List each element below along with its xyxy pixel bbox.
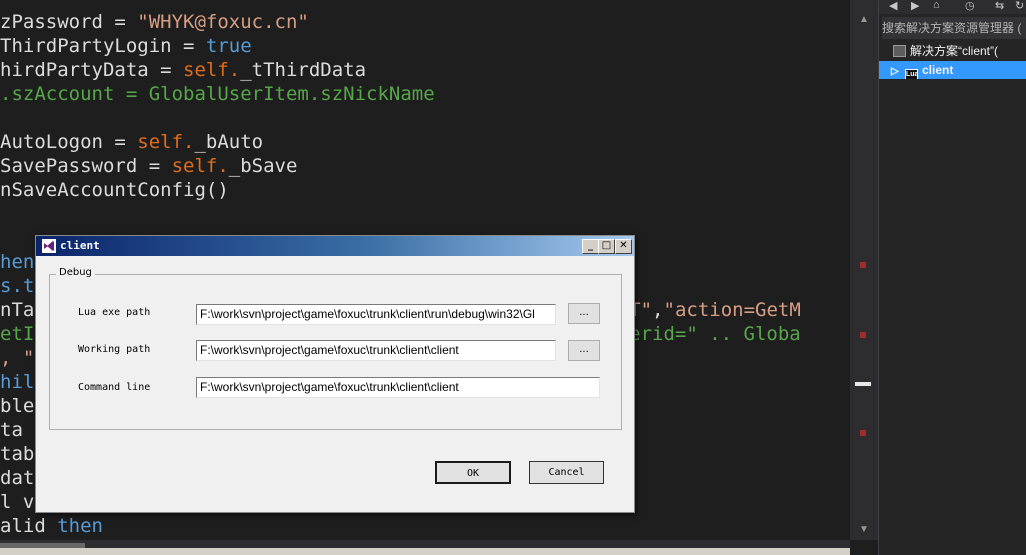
code-token: self.: [183, 59, 241, 81]
browse-working-path-button[interactable]: ...: [568, 340, 600, 361]
solution-explorer-toolbar: ◀ ▶ ⌂ ◷ ⇆ ↻: [879, 0, 1026, 14]
close-button[interactable]: ✕: [615, 239, 632, 254]
browse-lua-exe-button[interactable]: ...: [568, 303, 600, 324]
ok-button[interactable]: OK: [435, 461, 511, 484]
code-line[interactable]: .szAccount = GlobalUserItem.szNickName: [0, 82, 435, 106]
back-icon[interactable]: ◀: [889, 0, 897, 12]
solution-explorer-panel: ◀ ▶ ⌂ ◷ ⇆ ↻ 搜索解决方案资源管理器 ( 解决方案“client”( …: [878, 0, 1026, 555]
expand-arrow-icon[interactable]: ▷: [891, 63, 905, 79]
code-line[interactable]: hen: [0, 250, 34, 274]
visual-studio-icon: [42, 239, 56, 253]
code-line[interactable]: zPassword = "WHYK@foxuc.cn": [0, 10, 309, 34]
code-token: .szAccount = GlobalUserItem.szNickName: [0, 83, 435, 105]
maximize-button[interactable]: □: [598, 239, 615, 254]
solution-explorer-search-input[interactable]: 搜索解决方案资源管理器 (: [882, 17, 1026, 39]
dialog-title: client: [60, 239, 100, 252]
code-line[interactable]: hirdPartyData = self._tThirdData: [0, 58, 366, 82]
solution-label: 解决方案“client”(: [910, 44, 999, 58]
code-line[interactable]: ThirdPartyLogin = true: [0, 34, 252, 58]
minimize-button[interactable]: _: [582, 239, 599, 254]
code-token: ble: [0, 395, 35, 417]
code-line[interactable]: nSaveAccountConfig(): [0, 178, 229, 202]
dialog-titlebar[interactable]: client _ □ ✕: [36, 236, 634, 256]
code-line[interactable]: alid then: [0, 514, 103, 538]
code-token: zPassword =: [0, 11, 138, 33]
working-path-input[interactable]: F:\work\svn\project\game\foxuc\trunk\cli…: [196, 340, 556, 361]
code-token: SavePassword =: [0, 155, 172, 177]
code-token: ThirdPartyLogin =: [0, 35, 206, 57]
status-strip: [0, 548, 850, 555]
scroll-down-arrow-icon[interactable]: ▼: [850, 522, 878, 538]
code-token: self.: [137, 131, 195, 153]
code-line[interactable]: ble: [0, 394, 34, 418]
history-icon[interactable]: ◷: [965, 0, 975, 12]
editor-vertical-scrollbar[interactable]: ▲ ▼: [850, 10, 878, 540]
breakpoint-marker: [860, 430, 866, 436]
code-line[interactable]: SavePassword = self._bSave: [0, 154, 297, 178]
breakpoint-marker: [860, 332, 866, 338]
working-path-label: Working path: [78, 344, 151, 355]
code-token: hen: [0, 251, 35, 273]
scroll-thumb[interactable]: [855, 382, 871, 386]
sync-icon[interactable]: ⇆: [995, 0, 1004, 12]
project-label: client: [922, 63, 954, 77]
code-token: "action=GetM: [663, 299, 801, 321]
scroll-up-arrow-icon[interactable]: ▲: [850, 12, 878, 28]
solution-icon: [893, 45, 906, 57]
lua-exe-path-label: Lua exe path: [78, 307, 151, 318]
code-line[interactable]: s.t: [0, 274, 34, 298]
code-token: hil: [0, 371, 35, 393]
refresh-icon[interactable]: ↻: [1015, 0, 1024, 12]
breakpoint-marker: [860, 262, 866, 268]
home-icon[interactable]: ⌂: [933, 0, 940, 11]
code-token: hirdPartyData =: [0, 59, 184, 81]
code-token: "WHYK@foxuc.cn": [137, 11, 309, 33]
code-token: _tThirdData: [240, 59, 367, 81]
code-token: ,: [652, 299, 664, 321]
lua-exe-path-input[interactable]: F:\work\svn\project\game\foxuc\trunk\cli…: [196, 304, 556, 325]
code-token: alid: [0, 515, 58, 537]
code-token: nSaveAccountConfig(): [0, 179, 229, 201]
code-token: _bAuto: [194, 131, 264, 153]
debug-group-label: Debug: [56, 267, 95, 278]
forward-icon[interactable]: ▶: [911, 0, 919, 12]
code-line[interactable]: hil: [0, 370, 34, 394]
code-line[interactable]: AutoLogon = self._bAuto: [0, 130, 263, 154]
lua-project-icon: Lua: [905, 69, 918, 79]
code-token: self.: [171, 155, 229, 177]
code-token: _bSave: [228, 155, 298, 177]
code-token: AutoLogon =: [0, 131, 138, 153]
command-line-input[interactable]: F:\work\svn\project\game\foxuc\trunk\cli…: [196, 377, 600, 398]
debug-settings-dialog: client _ □ ✕ Debug Lua exe path F:\work\…: [35, 235, 635, 513]
cancel-button[interactable]: Cancel: [529, 461, 604, 484]
code-token: true: [205, 35, 252, 57]
tree-item-solution[interactable]: 解决方案“client”(: [879, 42, 1026, 60]
code-token: then: [57, 515, 103, 537]
command-line-label: Command line: [78, 382, 151, 393]
code-token: s.t: [0, 275, 35, 297]
tree-item-client-project[interactable]: ▷ Lua client: [879, 61, 1026, 79]
